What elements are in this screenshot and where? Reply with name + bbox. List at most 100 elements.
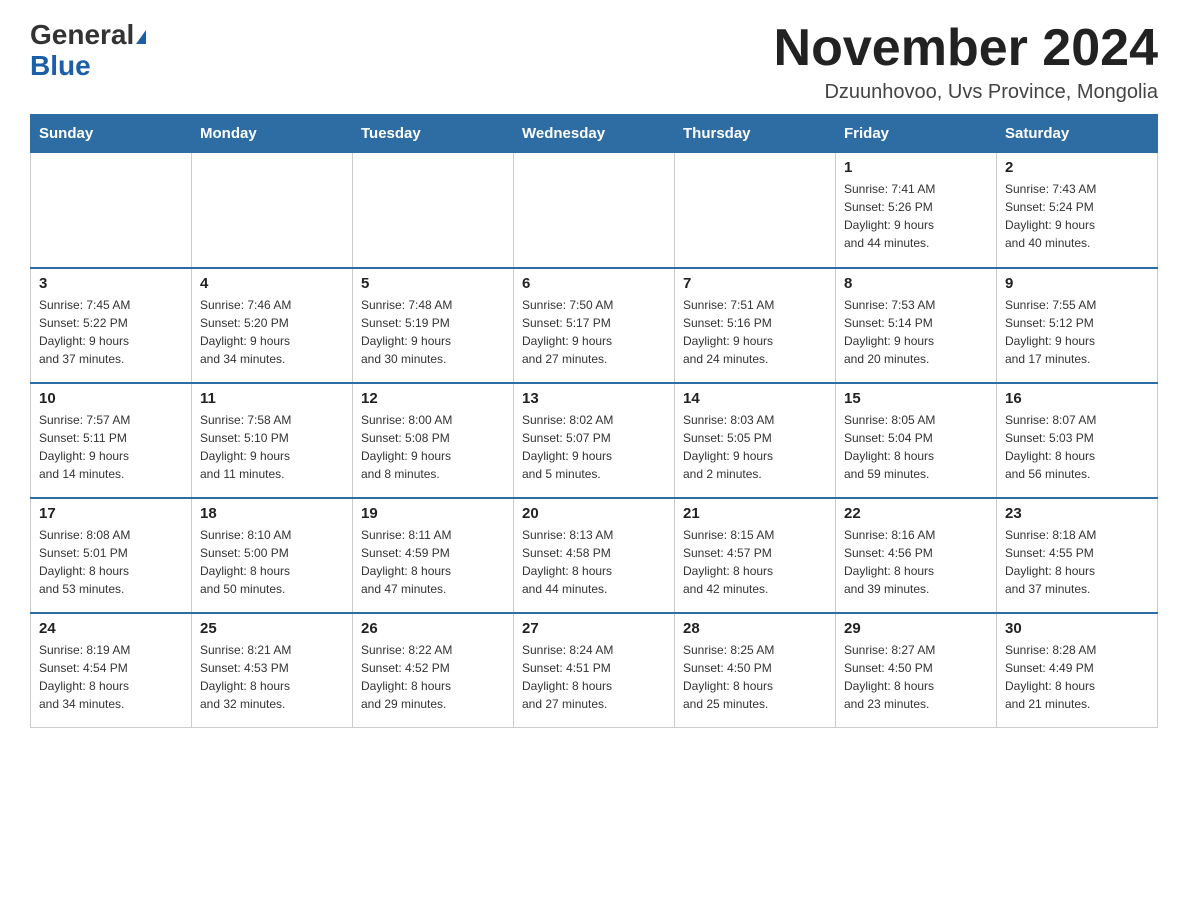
weekday-header-row: SundayMondayTuesdayWednesdayThursdayFrid… [31, 115, 1158, 153]
day-number: 20 [522, 505, 666, 522]
day-info: Sunrise: 7:51 AM Sunset: 5:16 PM Dayligh… [683, 296, 827, 368]
day-info: Sunrise: 7:50 AM Sunset: 5:17 PM Dayligh… [522, 296, 666, 368]
calendar-cell: 7 Sunrise: 7:51 AM Sunset: 5:16 PM Daylig… [675, 268, 836, 383]
day-info: Sunrise: 8:10 AM Sunset: 5:00 PM Dayligh… [200, 526, 344, 598]
day-number: 23 [1005, 505, 1149, 522]
day-info: Sunrise: 7:41 AM Sunset: 5:26 PM Dayligh… [844, 180, 988, 252]
calendar-cell: 28 Sunrise: 8:25 AM Sunset: 4:50 PM Dayli… [675, 613, 836, 728]
calendar-cell: 22 Sunrise: 8:16 AM Sunset: 4:56 PM Dayli… [836, 498, 997, 613]
day-info: Sunrise: 8:03 AM Sunset: 5:05 PM Dayligh… [683, 411, 827, 483]
calendar-cell: 24 Sunrise: 8:19 AM Sunset: 4:54 PM Dayli… [31, 613, 192, 728]
day-number: 6 [522, 275, 666, 292]
calendar-cell [675, 153, 836, 268]
calendar-cell: 12 Sunrise: 8:00 AM Sunset: 5:08 PM Dayli… [353, 383, 514, 498]
calendar-cell: 10 Sunrise: 7:57 AM Sunset: 5:11 PM Dayli… [31, 383, 192, 498]
day-number: 12 [361, 390, 505, 407]
day-number: 2 [1005, 159, 1149, 176]
day-info: Sunrise: 8:16 AM Sunset: 4:56 PM Dayligh… [844, 526, 988, 598]
calendar-cell: 21Sunrise: 8:15 AM Sunset: 4:57 PM Dayli… [675, 498, 836, 613]
day-number: 9 [1005, 275, 1149, 292]
day-number: 16 [1005, 390, 1149, 407]
day-number: 8 [844, 275, 988, 292]
day-number: 25 [200, 620, 344, 637]
calendar-cell: 2Sunrise: 7:43 AM Sunset: 5:24 PM Daylig… [997, 153, 1158, 268]
day-info: Sunrise: 8:22 AM Sunset: 4:52 PM Dayligh… [361, 641, 505, 713]
logo-triangle-icon [136, 30, 146, 44]
logo: General Blue [30, 20, 146, 82]
day-number: 24 [39, 620, 183, 637]
day-info: Sunrise: 8:21 AM Sunset: 4:53 PM Dayligh… [200, 641, 344, 713]
day-number: 11 [200, 390, 344, 407]
calendar-cell: 4 Sunrise: 7:46 AM Sunset: 5:20 PM Daylig… [192, 268, 353, 383]
calendar-week-row: 10 Sunrise: 7:57 AM Sunset: 5:11 PM Dayli… [31, 383, 1158, 498]
day-info: Sunrise: 7:55 AM Sunset: 5:12 PM Dayligh… [1005, 296, 1149, 368]
weekday-header-saturday: Saturday [997, 115, 1158, 153]
day-number: 10 [39, 390, 183, 407]
day-info: Sunrise: 8:02 AM Sunset: 5:07 PM Dayligh… [522, 411, 666, 483]
day-info: Sunrise: 8:05 AM Sunset: 5:04 PM Dayligh… [844, 411, 988, 483]
day-info: Sunrise: 7:46 AM Sunset: 5:20 PM Dayligh… [200, 296, 344, 368]
day-number: 13 [522, 390, 666, 407]
title-block: November 2024 Dzuunhovoo, Uvs Province, … [774, 20, 1158, 104]
day-number: 19 [361, 505, 505, 522]
day-number: 4 [200, 275, 344, 292]
day-number: 27 [522, 620, 666, 637]
calendar-cell: 30Sunrise: 8:28 AM Sunset: 4:49 PM Dayli… [997, 613, 1158, 728]
page-header: General Blue November 2024 Dzuunhovoo, U… [30, 20, 1158, 104]
day-info: Sunrise: 8:13 AM Sunset: 4:58 PM Dayligh… [522, 526, 666, 598]
day-number: 29 [844, 620, 988, 637]
weekday-header-wednesday: Wednesday [514, 115, 675, 153]
day-info: Sunrise: 8:27 AM Sunset: 4:50 PM Dayligh… [844, 641, 988, 713]
day-info: Sunrise: 8:18 AM Sunset: 4:55 PM Dayligh… [1005, 526, 1149, 598]
day-info: Sunrise: 7:57 AM Sunset: 5:11 PM Dayligh… [39, 411, 183, 483]
calendar-week-row: 24 Sunrise: 8:19 AM Sunset: 4:54 PM Dayli… [31, 613, 1158, 728]
day-number: 3 [39, 275, 183, 292]
day-number: 17 [39, 505, 183, 522]
calendar-cell: 9 Sunrise: 7:55 AM Sunset: 5:12 PM Daylig… [997, 268, 1158, 383]
day-number: 5 [361, 275, 505, 292]
calendar-cell: 15 Sunrise: 8:05 AM Sunset: 5:04 PM Dayli… [836, 383, 997, 498]
calendar-table: SundayMondayTuesdayWednesdayThursdayFrid… [30, 114, 1158, 728]
weekday-header-monday: Monday [192, 115, 353, 153]
day-info: Sunrise: 8:25 AM Sunset: 4:50 PM Dayligh… [683, 641, 827, 713]
weekday-header-sunday: Sunday [31, 115, 192, 153]
weekday-header-thursday: Thursday [675, 115, 836, 153]
calendar-cell: 27 Sunrise: 8:24 AM Sunset: 4:51 PM Dayli… [514, 613, 675, 728]
calendar-cell: 13 Sunrise: 8:02 AM Sunset: 5:07 PM Dayli… [514, 383, 675, 498]
calendar-cell: 5Sunrise: 7:48 AM Sunset: 5:19 PM Daylig… [353, 268, 514, 383]
calendar-cell: 25 Sunrise: 8:21 AM Sunset: 4:53 PM Dayli… [192, 613, 353, 728]
calendar-cell [353, 153, 514, 268]
day-info: Sunrise: 8:11 AM Sunset: 4:59 PM Dayligh… [361, 526, 505, 598]
day-info: Sunrise: 7:58 AM Sunset: 5:10 PM Dayligh… [200, 411, 344, 483]
month-title: November 2024 [774, 20, 1158, 77]
day-info: Sunrise: 8:28 AM Sunset: 4:49 PM Dayligh… [1005, 641, 1149, 713]
day-number: 7 [683, 275, 827, 292]
calendar-week-row: 17Sunrise: 8:08 AM Sunset: 5:01 PM Dayli… [31, 498, 1158, 613]
day-number: 28 [683, 620, 827, 637]
calendar-cell: 3 Sunrise: 7:45 AM Sunset: 5:22 PM Daylig… [31, 268, 192, 383]
day-info: Sunrise: 8:15 AM Sunset: 4:57 PM Dayligh… [683, 526, 827, 598]
calendar-cell: 26Sunrise: 8:22 AM Sunset: 4:52 PM Dayli… [353, 613, 514, 728]
calendar-cell: 14 Sunrise: 8:03 AM Sunset: 5:05 PM Dayli… [675, 383, 836, 498]
calendar-cell: 18Sunrise: 8:10 AM Sunset: 5:00 PM Dayli… [192, 498, 353, 613]
calendar-cell [514, 153, 675, 268]
calendar-cell: 29 Sunrise: 8:27 AM Sunset: 4:50 PM Dayli… [836, 613, 997, 728]
day-number: 14 [683, 390, 827, 407]
day-info: Sunrise: 7:45 AM Sunset: 5:22 PM Dayligh… [39, 296, 183, 368]
weekday-header-friday: Friday [836, 115, 997, 153]
calendar-cell: 6 Sunrise: 7:50 AM Sunset: 5:17 PM Daylig… [514, 268, 675, 383]
weekday-header-tuesday: Tuesday [353, 115, 514, 153]
day-number: 15 [844, 390, 988, 407]
calendar-cell: 17Sunrise: 8:08 AM Sunset: 5:01 PM Dayli… [31, 498, 192, 613]
logo-text: General [30, 20, 146, 51]
calendar-cell [192, 153, 353, 268]
calendar-cell: 1Sunrise: 7:41 AM Sunset: 5:26 PM Daylig… [836, 153, 997, 268]
calendar-cell: 16 Sunrise: 8:07 AM Sunset: 5:03 PM Dayli… [997, 383, 1158, 498]
day-info: Sunrise: 8:00 AM Sunset: 5:08 PM Dayligh… [361, 411, 505, 483]
calendar-week-row: 3 Sunrise: 7:45 AM Sunset: 5:22 PM Daylig… [31, 268, 1158, 383]
day-info: Sunrise: 8:24 AM Sunset: 4:51 PM Dayligh… [522, 641, 666, 713]
day-number: 22 [844, 505, 988, 522]
day-info: Sunrise: 8:07 AM Sunset: 5:03 PM Dayligh… [1005, 411, 1149, 483]
calendar-week-row: 1Sunrise: 7:41 AM Sunset: 5:26 PM Daylig… [31, 153, 1158, 268]
day-info: Sunrise: 8:19 AM Sunset: 4:54 PM Dayligh… [39, 641, 183, 713]
